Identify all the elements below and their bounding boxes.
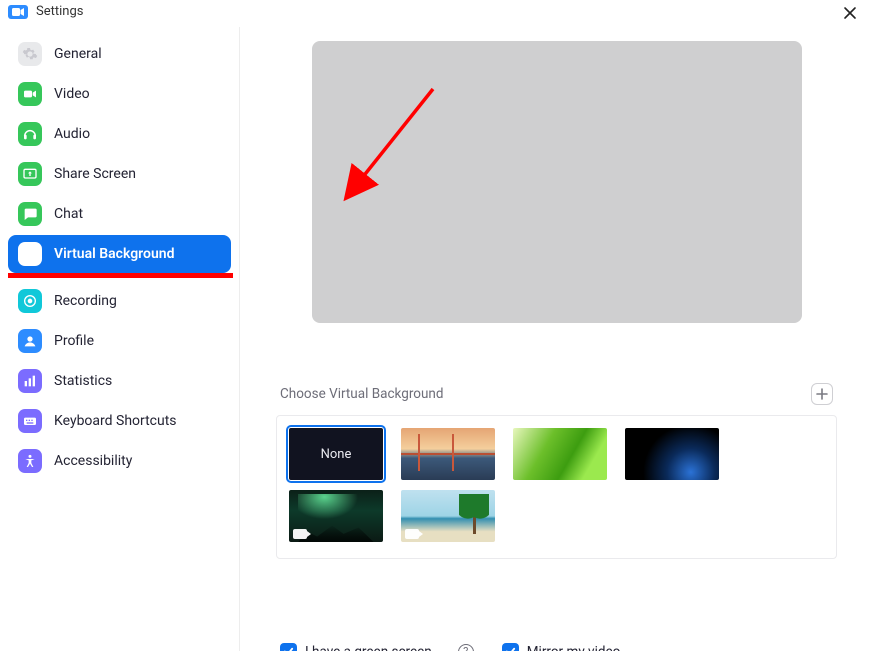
add-background-button[interactable] <box>811 383 833 405</box>
plus-icon <box>816 388 828 400</box>
green-screen-label: I have a green screen <box>305 644 432 652</box>
close-button[interactable] <box>839 4 861 26</box>
content-pane: Choose Virtual Background None I have a … <box>240 27 873 651</box>
video-badge-icon <box>293 529 307 539</box>
sidebar-item-label: Recording <box>54 293 117 309</box>
chat-icon <box>18 202 42 226</box>
sidebar-item-label: Statistics <box>54 373 112 389</box>
settings-sidebar: General Video Audio Share Screen Chat Virtual… <box>0 27 240 651</box>
annotation-underline <box>8 273 233 278</box>
video-icon <box>18 82 42 106</box>
statistics-icon <box>18 369 42 393</box>
sidebar-item-label: Chat <box>54 206 83 222</box>
sidebar-item-label: General <box>54 46 102 62</box>
background-thumb-beach[interactable] <box>401 490 495 542</box>
video-badge-icon <box>405 529 419 539</box>
background-thumb-grass[interactable] <box>513 428 607 480</box>
sidebar-item-recording[interactable]: Recording <box>8 282 231 320</box>
close-icon <box>843 6 857 20</box>
background-thumbnails-panel: None <box>276 415 837 559</box>
window-title: Settings <box>36 4 83 19</box>
video-preview <box>312 41 802 323</box>
green-screen-checkbox[interactable]: I have a green screen <box>280 643 432 651</box>
sidebar-item-keyboard-shortcuts[interactable]: Keyboard Shortcuts <box>8 402 231 440</box>
sidebar-item-label: Video <box>54 86 90 102</box>
sidebar-item-profile[interactable]: Profile <box>8 322 231 360</box>
sidebar-item-label: Share Screen <box>54 166 136 182</box>
accessibility-icon <box>18 449 42 473</box>
recording-icon <box>18 289 42 313</box>
green-screen-help-icon[interactable]: ? <box>458 644 474 652</box>
sidebar-item-chat[interactable]: Chat <box>8 195 231 233</box>
section-title: Choose Virtual Background <box>280 386 443 402</box>
checkmark-icon <box>283 646 294 651</box>
checkmark-icon <box>505 646 516 651</box>
sidebar-item-label: Keyboard Shortcuts <box>54 413 177 429</box>
sidebar-item-label: Virtual Background <box>54 246 174 262</box>
sidebar-item-video[interactable]: Video <box>8 75 231 113</box>
virtual-background-icon <box>18 242 42 266</box>
audio-icon <box>18 122 42 146</box>
background-thumb-bridge[interactable] <box>401 428 495 480</box>
sidebar-item-label: Audio <box>54 126 90 142</box>
background-thumb-aurora[interactable] <box>289 490 383 542</box>
thumb-none-label: None <box>321 447 352 462</box>
sidebar-item-accessibility[interactable]: Accessibility <box>8 442 231 480</box>
sidebar-item-audio[interactable]: Audio <box>8 115 231 153</box>
keyboard-shortcuts-icon <box>18 409 42 433</box>
background-thumb-none[interactable]: None <box>289 428 383 480</box>
mirror-video-checkbox[interactable]: Mirror my video <box>502 643 621 651</box>
profile-icon <box>18 329 42 353</box>
sidebar-item-statistics[interactable]: Statistics <box>8 362 231 400</box>
share-screen-icon <box>18 162 42 186</box>
app-icon <box>8 5 28 19</box>
window-titlebar: Settings <box>0 0 873 27</box>
sidebar-item-share-screen[interactable]: Share Screen <box>8 155 231 193</box>
sidebar-item-virtual-background[interactable]: Virtual Background <box>8 235 231 273</box>
background-thumb-earth[interactable] <box>625 428 719 480</box>
general-icon <box>18 42 42 66</box>
mirror-video-label: Mirror my video <box>527 644 621 652</box>
sidebar-item-label: Profile <box>54 333 94 349</box>
sidebar-item-general[interactable]: General <box>8 35 231 73</box>
sidebar-item-label: Accessibility <box>54 453 132 469</box>
